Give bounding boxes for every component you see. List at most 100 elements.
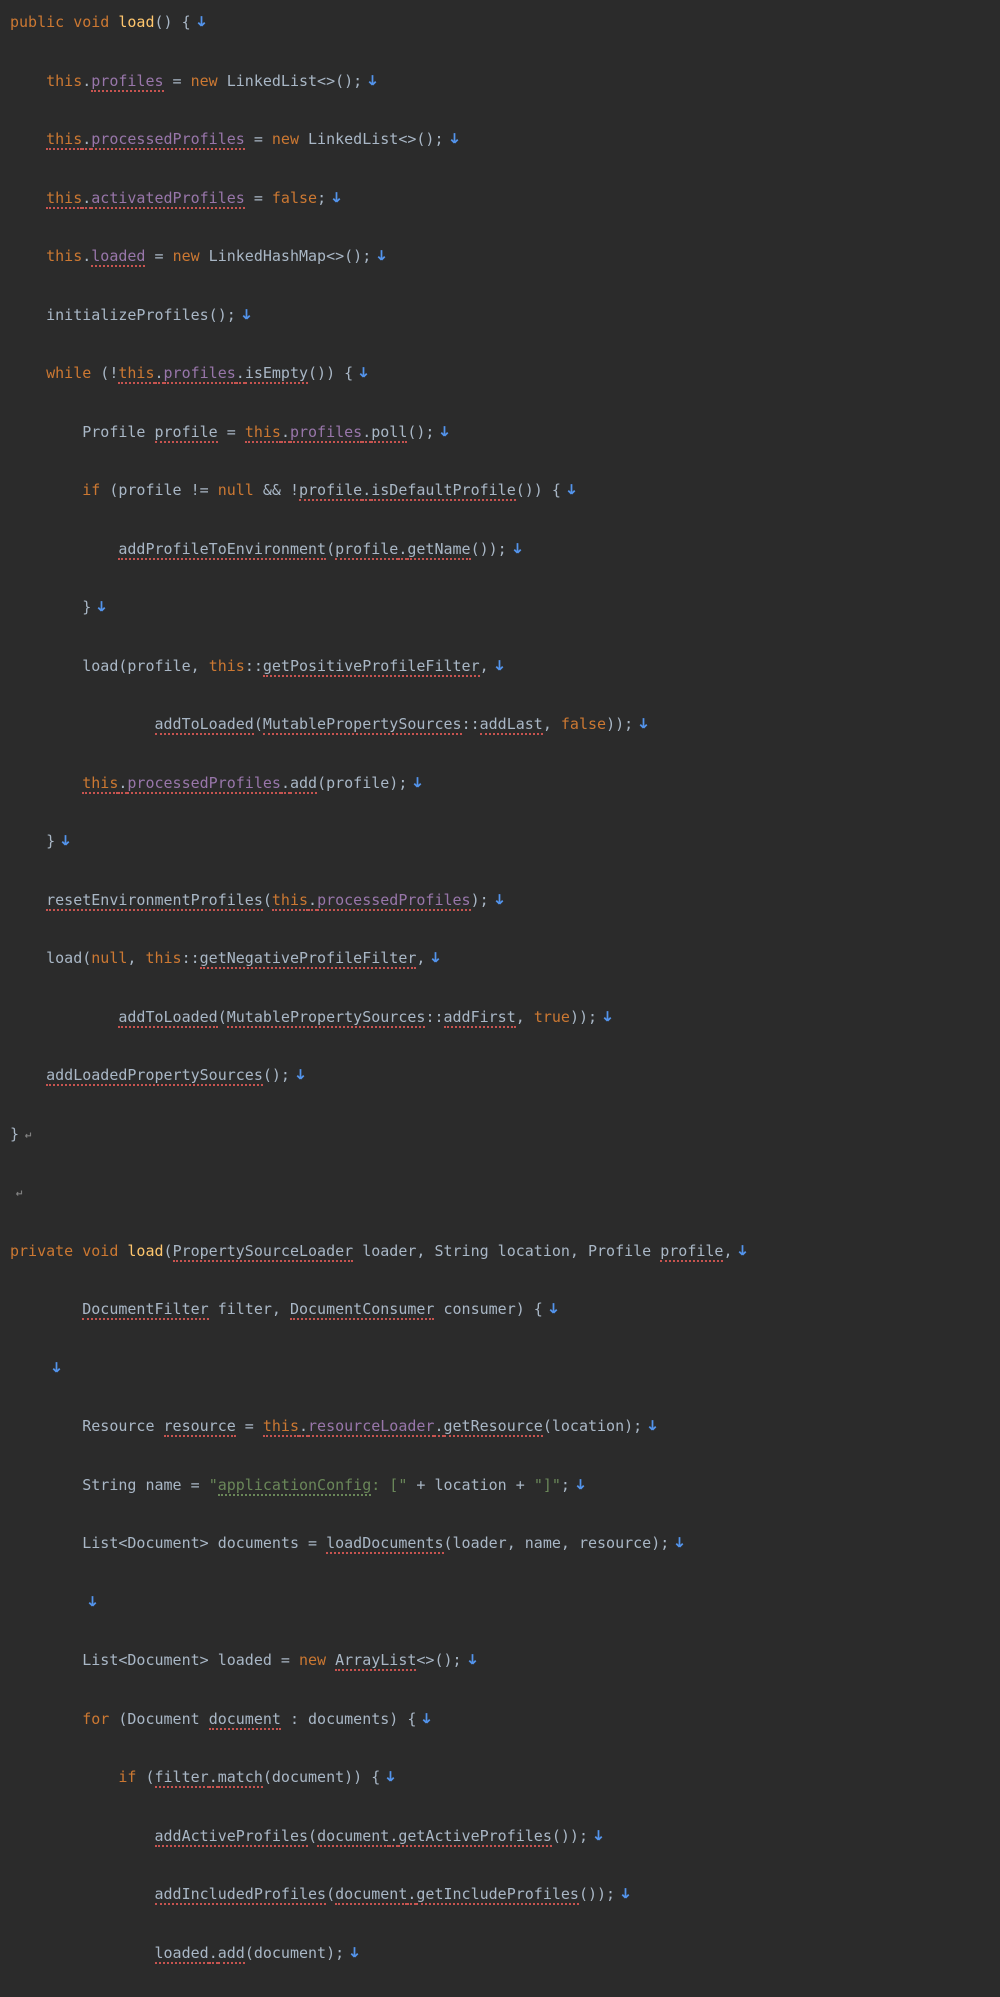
- code-line[interactable]: [6, 1588, 1000, 1617]
- code-line[interactable]: String name = "applicationConfig: [" + l…: [6, 1471, 1000, 1500]
- token: ));: [570, 1008, 597, 1026]
- token: getName: [407, 540, 470, 560]
- token: ArrayList: [335, 1651, 416, 1671]
- token: [73, 1242, 82, 1260]
- token: processedProfiles: [317, 891, 471, 911]
- token: addLast: [480, 715, 543, 735]
- token: ());: [579, 1885, 615, 1903]
- code-line[interactable]: this.loaded = new LinkedHashMap<>();: [6, 242, 1000, 271]
- token: ,: [127, 949, 145, 967]
- token: .: [362, 481, 371, 501]
- code-line[interactable]: }: [6, 827, 1000, 856]
- token: }: [82, 598, 91, 616]
- eol-arrow-icon: [574, 1478, 587, 1491]
- token: .: [82, 247, 91, 265]
- token: add: [290, 774, 317, 794]
- code-line[interactable]: if (profile != null && !profile.isDefaul…: [6, 476, 1000, 505]
- token: String name =: [82, 1476, 208, 1494]
- token: ;: [317, 189, 326, 207]
- code-line[interactable]: }: [6, 593, 1000, 622]
- code-line[interactable]: List<Document> loaded = new ArrayList<>(…: [6, 1646, 1000, 1675]
- token: this: [272, 891, 308, 911]
- token: profiles: [91, 72, 163, 92]
- code-editor[interactable]: public void load() { this.profiles = new…: [0, 0, 1000, 1997]
- token: [64, 13, 73, 31]
- code-line[interactable]: public void load() {: [6, 8, 1000, 37]
- token: profiles: [164, 364, 236, 384]
- token: true: [534, 1008, 570, 1026]
- token: while: [46, 364, 91, 382]
- code-line[interactable]: Profile profile = this.profiles.poll();: [6, 418, 1000, 447]
- code-line[interactable]: Resource resource = this.resourceLoader.…: [6, 1412, 1000, 1441]
- token: ::: [182, 949, 200, 967]
- token: getIncludeProfiles: [416, 1885, 579, 1905]
- code-line[interactable]: while (!this.profiles.isEmpty()) {: [6, 359, 1000, 388]
- token: isEmpty: [245, 364, 308, 384]
- code-line[interactable]: if (filter.match(document)) {: [6, 1763, 1000, 1792]
- token: DocumentFilter: [82, 1300, 208, 1320]
- code-line[interactable]: addIncludedProfiles(document.getIncludeP…: [6, 1880, 1000, 1909]
- code-line[interactable]: DocumentFilter filter, DocumentConsumer …: [6, 1295, 1000, 1324]
- code-line[interactable]: this.processedProfiles = new LinkedList<…: [6, 125, 1000, 154]
- code-line[interactable]: }: [6, 1120, 1000, 1149]
- token: ,: [516, 1008, 534, 1026]
- code-line[interactable]: addProfileToEnvironment(profile.getName(…: [6, 535, 1000, 564]
- token: .: [308, 891, 317, 911]
- code-line[interactable]: private void load(PropertySourceLoader l…: [6, 1237, 1000, 1266]
- token: addProfileToEnvironment: [118, 540, 326, 560]
- code-line[interactable]: addLoadedPropertySources();: [6, 1061, 1000, 1090]
- token: ,: [723, 1242, 732, 1260]
- token: .: [281, 774, 290, 794]
- code-line[interactable]: addActiveProfiles(document.getActiveProf…: [6, 1822, 1000, 1851]
- token: filter,: [209, 1300, 290, 1318]
- token: .: [82, 130, 91, 150]
- code-line[interactable]: [6, 1354, 1000, 1383]
- token: resetEnvironmentProfiles: [46, 891, 263, 911]
- token: consumer) {: [434, 1300, 542, 1318]
- token: addToLoaded: [155, 715, 254, 735]
- token: addLoadedPropertySources: [46, 1066, 263, 1086]
- token: .: [281, 423, 290, 443]
- token: addToLoaded: [118, 1008, 217, 1028]
- code-line[interactable]: [6, 1178, 1000, 1207]
- token: LinkedHashMap<>();: [200, 247, 372, 265]
- code-line[interactable]: addToLoaded(MutablePropertySources::addF…: [6, 1003, 1000, 1032]
- eol-arrow-icon: [619, 1887, 632, 1900]
- eol-arrow-icon: [493, 893, 506, 906]
- eol-arrow-icon: [330, 191, 343, 204]
- code-line[interactable]: this.profiles = new LinkedList<>();: [6, 67, 1000, 96]
- token: void: [82, 1242, 118, 1260]
- token: .: [82, 72, 91, 90]
- code-line[interactable]: loaded.add(document);: [6, 1939, 1000, 1968]
- eol-arrow-icon: [420, 1712, 433, 1725]
- token: this: [82, 774, 118, 794]
- eol-arrow-icon: [86, 1595, 99, 1608]
- code-line[interactable]: initializeProfiles();: [6, 301, 1000, 330]
- eol-arrow-icon: [673, 1536, 686, 1549]
- token: getActiveProfiles: [398, 1827, 552, 1847]
- code-line[interactable]: load(null, this::getNegativeProfileFilte…: [6, 944, 1000, 973]
- token: document: [317, 1827, 389, 1847]
- eol-return-icon: [23, 1130, 33, 1140]
- code-line[interactable]: resetEnvironmentProfiles(this.processedP…: [6, 886, 1000, 915]
- token: this: [263, 1417, 299, 1437]
- token: Resource: [82, 1417, 163, 1435]
- code-line[interactable]: this.processedProfiles.add(profile);: [6, 769, 1000, 798]
- token: isDefaultProfile: [371, 481, 516, 501]
- token: profile: [299, 481, 362, 501]
- token: ();: [407, 423, 434, 441]
- token: PropertySourceLoader: [173, 1242, 354, 1262]
- token: addFirst: [444, 1008, 516, 1028]
- token: for: [82, 1710, 109, 1728]
- code-line[interactable]: List<Document> documents = loadDocuments…: [6, 1529, 1000, 1558]
- token: =: [218, 423, 245, 441]
- code-line[interactable]: load(profile, this::getPositiveProfileFi…: [6, 652, 1000, 681]
- code-line[interactable]: addToLoaded(MutablePropertySources::addL…: [6, 710, 1000, 739]
- token: .: [209, 1944, 218, 1964]
- token: profiles: [290, 423, 362, 443]
- token: && !: [254, 481, 299, 499]
- token: ,: [416, 949, 425, 967]
- code-line[interactable]: this.activatedProfiles = false;: [6, 184, 1000, 213]
- eol-arrow-icon: [493, 659, 506, 672]
- code-line[interactable]: for (Document document : documents) {: [6, 1705, 1000, 1734]
